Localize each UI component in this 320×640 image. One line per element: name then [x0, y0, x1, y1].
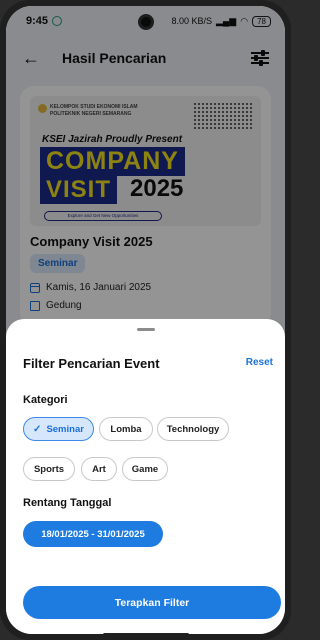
check-icon: ✓: [33, 423, 42, 435]
chip-label: Art: [92, 463, 106, 475]
screen: 9:45 8.00 KB/S ▂▄▆ ◠ 78 ← Hasil Pencaria…: [6, 6, 285, 634]
date-range-button[interactable]: 18/01/2025 - 31/01/2025: [23, 521, 163, 547]
reset-button[interactable]: Reset: [246, 357, 273, 368]
gesture-nav-bar: [102, 633, 189, 634]
sheet-title: Filter Pencarian Event: [23, 356, 160, 371]
chip-label: Technology: [166, 423, 220, 435]
chip-technology[interactable]: Technology: [157, 417, 229, 441]
drag-handle[interactable]: [136, 328, 155, 331]
chip-label: Game: [131, 463, 159, 475]
chip-lomba[interactable]: Lomba: [99, 417, 153, 441]
chip-art[interactable]: Art: [81, 457, 117, 481]
chip-label: Sports: [33, 463, 65, 475]
chip-game[interactable]: Game: [122, 457, 168, 481]
filter-bottom-sheet: Filter Pencarian Event Reset Kategori ✓ …: [6, 319, 285, 634]
chip-seminar[interactable]: ✓ Seminar: [23, 417, 94, 441]
apply-filter-button[interactable]: Terapkan Filter: [23, 586, 281, 619]
chip-sports[interactable]: Sports: [23, 457, 75, 481]
chip-label: Seminar: [46, 423, 84, 435]
category-label: Kategori: [23, 394, 68, 406]
chip-label: Lomba: [110, 423, 142, 435]
phone-frame: 9:45 8.00 KB/S ▂▄▆ ◠ 78 ← Hasil Pencaria…: [0, 0, 291, 640]
date-range-label: Rentang Tanggal: [23, 497, 112, 509]
